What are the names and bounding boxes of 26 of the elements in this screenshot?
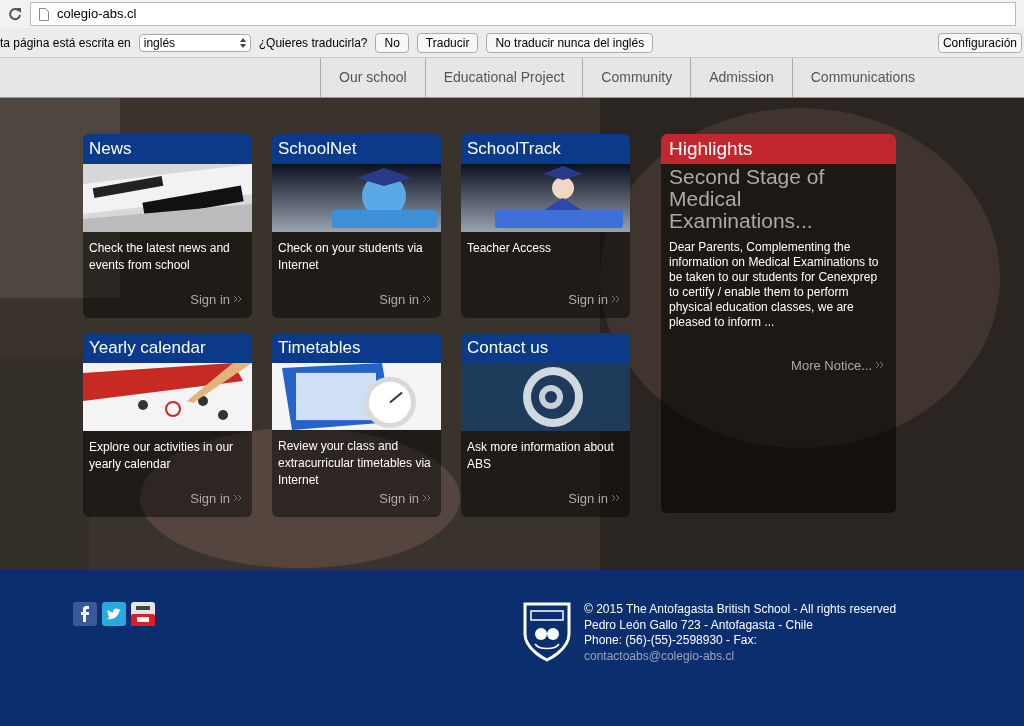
page-icon [39, 7, 49, 21]
nav-link[interactable]: Educational Project [424, 58, 583, 97]
nav-link[interactable]: Community [582, 58, 691, 97]
twitter-icon[interactable] [102, 602, 126, 626]
translate-question: ¿Quieres traducirla? [258, 34, 368, 52]
url-text: colegio-abs.cl [57, 5, 137, 24]
language-select[interactable]: inglés [138, 33, 251, 52]
nav-link[interactable]: Admission [690, 58, 792, 97]
settings-button[interactable]: Configuración [937, 32, 1022, 53]
footer-text: Phone: (56)-(55)-2598930 - Fax: [584, 633, 758, 649]
translate-button[interactable]: No [375, 32, 409, 53]
school-crest-icon [523, 602, 571, 662]
address-bar[interactable]: colegio-abs.cl [30, 2, 1016, 26]
email-link[interactable]: contactoabs@colegio-abs.cl [584, 648, 897, 664]
updown-arrows-icon [239, 37, 246, 48]
facebook-icon[interactable] [73, 602, 97, 626]
reload-icon[interactable] [8, 7, 22, 21]
translate-button[interactable]: Traducir [416, 32, 479, 53]
youtube-icon[interactable] [131, 602, 155, 626]
footer-text: © 2015 The Antofagasta British School - All rights reserved [584, 602, 897, 618]
translate-prompt: ta página está escrita en [0, 34, 131, 52]
nav-link[interactable]: Communications [791, 58, 933, 97]
nav-link[interactable]: Our school [320, 58, 425, 97]
footer-text: Pedro León Gallo 723 - Antofagasta - Chile [584, 617, 814, 633]
language-value: inglés [143, 34, 176, 52]
translate-button[interactable]: No traducir nunca del inglés [486, 32, 654, 53]
